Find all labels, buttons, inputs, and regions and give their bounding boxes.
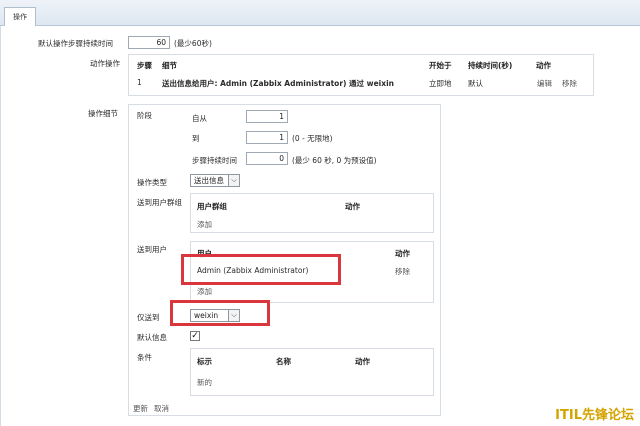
default-duration-hint: (最少60秒) — [174, 39, 212, 48]
col-user-action: 动作 — [395, 249, 410, 258]
to-hint: (0 - 无限地) — [292, 134, 333, 143]
col-name: 名称 — [276, 357, 291, 366]
send-users-label: 送到用户 — [137, 245, 167, 254]
operation-type-value: 送出信息 — [194, 176, 224, 185]
col-label: 标示 — [197, 357, 212, 366]
tab-bar — [0, 0, 640, 26]
row-duration: 默认 — [468, 79, 483, 88]
col-user-group: 用户群组 — [197, 202, 227, 211]
remove-user-link[interactable]: 移除 — [395, 266, 410, 277]
cancel-link[interactable]: 取消 — [154, 403, 169, 414]
new-condition-link[interactable]: 新的 — [197, 377, 212, 388]
col-condition-action: 动作 — [355, 357, 370, 366]
operation-details-label: 操作细节 — [88, 109, 118, 118]
col-group-action: 动作 — [345, 202, 360, 211]
stage-label: 阶段 — [137, 111, 152, 120]
step-duration-label: 步骤持续时间 — [192, 156, 237, 165]
col-duration: 持续时间(秒) — [468, 61, 513, 70]
from-label: 自从 — [192, 114, 207, 123]
remove-link[interactable]: 移除 — [562, 78, 577, 89]
highlight-user-box — [181, 254, 341, 285]
row-step: 1 — [137, 78, 142, 87]
col-action: 动作 — [536, 61, 551, 70]
watermark-text: ITIL先锋论坛 — [553, 403, 636, 424]
row-start: 立即地 — [429, 79, 452, 88]
col-start: 开始于 — [429, 61, 452, 70]
col-step: 步骤 — [137, 61, 152, 70]
add-user-link[interactable]: 添加 — [197, 286, 212, 297]
default-message-label: 默认信息 — [137, 333, 167, 342]
to-input[interactable]: 1 — [246, 131, 288, 144]
default-duration-label: 默认操作步骤持续时间 — [38, 39, 113, 48]
send-only-label: 仅送到 — [137, 313, 160, 322]
row-detail: 送出信息给用户: Admin (Zabbix Administrator) 通过… — [162, 79, 395, 88]
send-groups-label: 送到用户群组 — [137, 198, 182, 207]
add-group-link[interactable]: 添加 — [197, 219, 212, 230]
step-duration-hint: (最少 60 秒, 0 为预设值) — [292, 156, 377, 165]
step-duration-input[interactable]: 0 — [246, 152, 288, 165]
user-groups-table — [190, 193, 434, 233]
from-input[interactable]: 1 — [246, 110, 288, 123]
default-message-checkbox[interactable]: ✓ — [190, 331, 200, 341]
default-duration-input[interactable]: 60 — [128, 36, 170, 49]
operation-type-label: 操作类型 — [137, 178, 167, 187]
to-label: 到 — [192, 134, 200, 143]
action-operations-table — [128, 54, 594, 96]
conditions-label: 条件 — [137, 353, 152, 362]
update-link[interactable]: 更新 — [133, 403, 148, 414]
edit-link[interactable]: 编辑 — [537, 78, 552, 89]
action-operations-label: 动作操作 — [90, 59, 120, 68]
operation-type-select[interactable]: 送出信息 ⌵ — [190, 174, 240, 187]
chevron-down-icon: ⌵ — [228, 175, 239, 186]
conditions-table — [190, 348, 434, 396]
tab-operations[interactable]: 操作 — [4, 7, 36, 26]
highlight-send-only-box — [170, 300, 270, 326]
col-detail: 细节 — [162, 61, 177, 70]
